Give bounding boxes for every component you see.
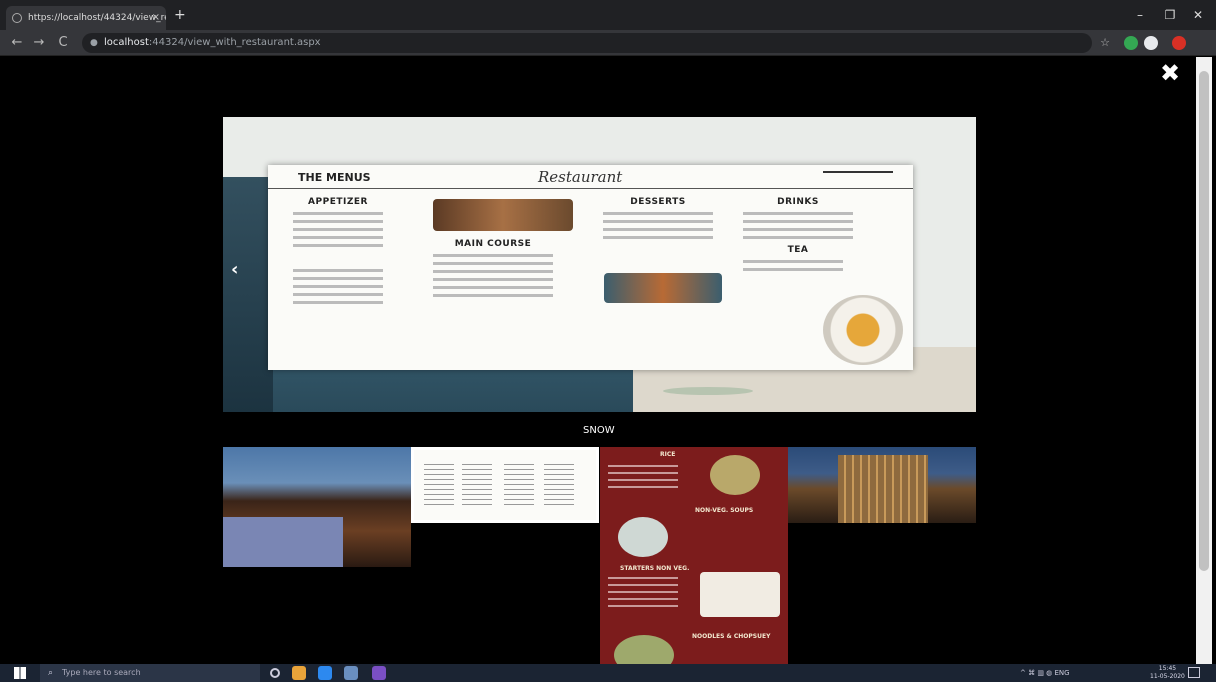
- pool-area: [223, 517, 343, 567]
- photos-icon[interactable]: [344, 666, 358, 680]
- menu-brand: THE MENUS: [298, 171, 371, 184]
- thumbnail-resort[interactable]: [223, 447, 411, 567]
- reload-button[interactable]: C: [54, 34, 72, 52]
- store-icon[interactable]: [318, 666, 332, 680]
- scrollbar-thumb[interactable]: [1199, 71, 1209, 571]
- notification-icon[interactable]: [1188, 667, 1200, 678]
- new-tab-button[interactable]: +: [174, 6, 186, 24]
- minimize-button[interactable]: –: [1130, 6, 1150, 24]
- vertical-scrollbar[interactable]: [1196, 57, 1212, 664]
- lightbox-overlay: ✖ THE MENUS Restaurant APPETIZER MAIN CO…: [8, 57, 1194, 664]
- tab-title: https://localhost/44324/view_rest...: [28, 13, 166, 23]
- surfboard-image: [663, 387, 753, 395]
- url-path: :44324/view_with_restaurant.aspx: [148, 37, 321, 48]
- chevron-left-icon[interactable]: ‹: [231, 259, 238, 280]
- chrome-icon[interactable]: [292, 666, 306, 680]
- starter-photo: [700, 572, 780, 617]
- browser-tab-bar: https://localhost/44324/view_rest... × +…: [0, 0, 1216, 30]
- menu-card-header: THE MENUS Restaurant: [268, 165, 913, 189]
- clock-date: 11-05-2020: [1150, 673, 1185, 680]
- section-heading: MAIN COURSE: [454, 239, 532, 249]
- taskbar-search[interactable]: ⌕ Type here to search: [40, 664, 260, 682]
- clock-time: 15:45: [1158, 665, 1177, 672]
- thumb-heading: NOODLES & CHOPSUEY: [692, 633, 771, 640]
- address-bar[interactable]: ● localhost:44324/view_with_restaurant.a…: [82, 33, 1092, 53]
- browser-tab[interactable]: https://localhost/44324/view_rest... ×: [6, 6, 166, 30]
- close-icon[interactable]: ✖: [1160, 59, 1180, 87]
- forward-button[interactable]: →: [30, 34, 48, 52]
- url-host: localhost: [104, 37, 149, 48]
- section-heading: TEA: [787, 245, 809, 255]
- rice-dish-photo: [710, 455, 760, 495]
- dessert-photo: [604, 273, 722, 303]
- thumb-heading: STARTERS NON VEG.: [620, 565, 690, 572]
- thumb-heading: NON-VEG. SOUPS: [695, 507, 754, 514]
- globe-icon: [12, 13, 22, 23]
- thumbnail-hotel[interactable]: [788, 447, 976, 523]
- menu-col-desserts: DESSERTS: [603, 197, 713, 244]
- building-background: [223, 177, 273, 412]
- search-icon: ⌕: [48, 668, 54, 678]
- thumbnail-red-menu[interactable]: RICE NON-VEG. SOUPS STARTERS NON VEG. NO…: [600, 447, 788, 664]
- cortana-icon[interactable]: [270, 668, 280, 678]
- menu-col-drinks: DRINKS TEA: [743, 197, 853, 276]
- thumbnail-menu-card[interactable]: [411, 447, 599, 523]
- visual-studio-icon[interactable]: [372, 666, 386, 680]
- update-icon[interactable]: [1172, 36, 1186, 50]
- lock-icon: ●: [90, 38, 98, 48]
- hotel-facade: [838, 455, 928, 523]
- phone-block: [823, 171, 893, 183]
- menu-title: Restaurant: [538, 168, 623, 186]
- menu-col-main-course: MAIN COURSE: [433, 239, 553, 302]
- system-tray[interactable]: ^ ⌘ ▥ ◍ ENG: [1020, 664, 1070, 682]
- tab-close-button[interactable]: ×: [152, 6, 160, 30]
- image-caption: SNOW: [583, 425, 615, 436]
- windows-taskbar: ⌕ Type here to search ^ ⌘ ▥ ◍ ENG 15:45 …: [0, 664, 1216, 682]
- section-heading: DESSERTS: [630, 197, 686, 207]
- back-button[interactable]: ←: [8, 34, 26, 52]
- browser-toolbar: ← → C ● localhost:44324/view_with_restau…: [0, 30, 1216, 56]
- menu-card-image: THE MENUS Restaurant APPETIZER MAIN COUR…: [268, 165, 913, 370]
- soup-photo: [823, 295, 903, 365]
- windows-start-icon[interactable]: [14, 667, 26, 679]
- star-icon[interactable]: ☆: [1098, 36, 1112, 50]
- section-heading: APPETIZER: [308, 197, 368, 207]
- noodle-dish-photo: [614, 635, 674, 664]
- section-heading: DRINKS: [777, 197, 819, 207]
- clock[interactable]: 15:45 11-05-2020: [1150, 665, 1185, 681]
- lightbox-main-image: THE MENUS Restaurant APPETIZER MAIN COUR…: [223, 117, 976, 412]
- thumb-heading: RICE: [660, 451, 676, 458]
- food-photo: [433, 199, 573, 231]
- menu-col-appetizer: APPETIZER: [293, 197, 383, 309]
- extension-icon[interactable]: [1124, 36, 1138, 50]
- window-close-button[interactable]: ✕: [1188, 6, 1208, 24]
- maximize-button[interactable]: ❐: [1160, 6, 1180, 24]
- search-placeholder: Type here to search: [62, 668, 141, 677]
- profile-icon[interactable]: [1144, 36, 1158, 50]
- soup-cup-photo: [618, 517, 668, 557]
